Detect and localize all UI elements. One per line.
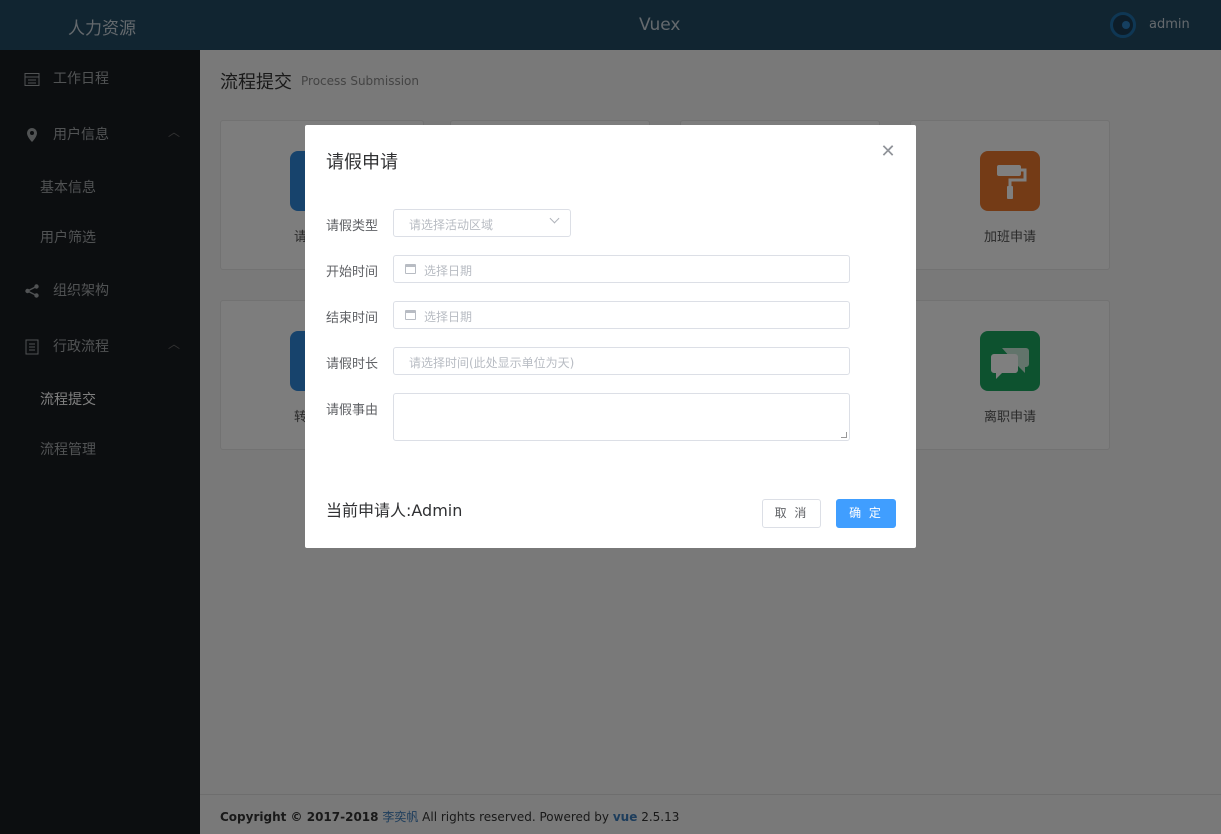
start-time-label: 开始时间 <box>326 265 379 280</box>
duration-input[interactable]: 请选择时间(此处显示单位为天) <box>393 347 850 375</box>
leave-type-label: 请假类型 <box>326 219 379 234</box>
close-icon[interactable]: ✕ <box>879 143 897 161</box>
reason-label: 请假事由 <box>326 403 379 418</box>
current-applicant: 当前申请人:Admin <box>326 501 463 520</box>
calendar-icon <box>405 264 416 274</box>
leave-request-dialog: 请假申请 ✕ 请假类型 请选择活动区域 开始时间 选择日期 结束时间 选择日期 … <box>305 125 916 548</box>
confirm-button[interactable]: 确 定 <box>836 499 896 528</box>
start-date-placeholder: 选择日期 <box>424 264 473 278</box>
duration-label: 请假时长 <box>326 357 379 372</box>
dialog-title: 请假申请 <box>326 152 398 173</box>
start-date-picker[interactable]: 选择日期 <box>393 255 850 283</box>
end-date-picker[interactable]: 选择日期 <box>393 301 850 329</box>
cancel-button[interactable]: 取 消 <box>762 499 821 528</box>
duration-placeholder: 请选择时间(此处显示单位为天) <box>409 356 575 370</box>
leave-type-placeholder: 请选择活动区域 <box>409 218 494 232</box>
leave-type-select[interactable]: 请选择活动区域 <box>393 209 571 237</box>
chevron-down-icon <box>549 213 560 224</box>
resize-handle-icon[interactable] <box>841 432 847 438</box>
reason-textarea[interactable] <box>393 393 850 441</box>
end-date-placeholder: 选择日期 <box>424 310 473 324</box>
calendar-icon <box>405 310 416 320</box>
end-time-label: 结束时间 <box>326 311 379 326</box>
